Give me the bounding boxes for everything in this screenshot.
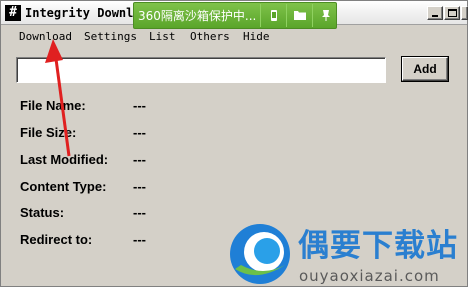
- phone-icon: [270, 10, 277, 21]
- sandbox-pin-button[interactable]: [312, 4, 338, 27]
- maximize-icon: [448, 9, 457, 17]
- menu-download[interactable]: Download: [19, 29, 72, 45]
- menu-settings[interactable]: Settings: [84, 29, 137, 45]
- file-size-value: ---: [133, 125, 146, 140]
- app-icon: #: [5, 5, 21, 21]
- file-name-value: ---: [133, 98, 146, 113]
- watermark-logo-icon: [230, 224, 290, 284]
- sandbox-folder-button[interactable]: [286, 4, 312, 27]
- minimize-button[interactable]: [427, 6, 443, 20]
- content-type-label: Content Type:: [20, 179, 107, 194]
- watermark-url: ouyaoxiazai.com: [299, 267, 440, 285]
- add-button[interactable]: Add: [402, 57, 448, 81]
- last-modified-value: ---: [133, 152, 146, 167]
- maximize-button[interactable]: [444, 6, 460, 20]
- redirect-to-label: Redirect to:: [20, 232, 93, 247]
- app-window: # Integrity Downlo 360隔离沙箱保护中... Downloa…: [0, 0, 468, 287]
- watermark-title: 偶要下载站: [298, 228, 458, 264]
- sandbox-overlay: 360隔离沙箱保护中...: [133, 2, 337, 29]
- minimize-icon: [432, 15, 438, 17]
- content-type-value: ---: [133, 179, 146, 194]
- close-button[interactable]: [461, 6, 468, 20]
- redirect-to-value: ---: [133, 232, 146, 247]
- status-value: ---: [133, 205, 146, 220]
- sandbox-status-text: 360隔离沙箱保护中...: [138, 9, 257, 23]
- file-size-label: File Size:: [20, 125, 77, 140]
- file-name-label: File Name:: [20, 98, 86, 113]
- status-label: Status:: [20, 205, 65, 220]
- last-modified-label: Last Modified:: [20, 152, 109, 167]
- sandbox-phone-button[interactable]: [260, 4, 286, 27]
- menu-list[interactable]: List: [149, 29, 176, 45]
- pin-icon: [321, 10, 330, 21]
- menu-others[interactable]: Others: [190, 29, 230, 45]
- menu-bar: Download Settings List Others Hide: [1, 26, 467, 46]
- url-input[interactable]: [16, 57, 386, 83]
- menu-hide[interactable]: Hide: [243, 29, 270, 45]
- folder-icon: [293, 11, 306, 20]
